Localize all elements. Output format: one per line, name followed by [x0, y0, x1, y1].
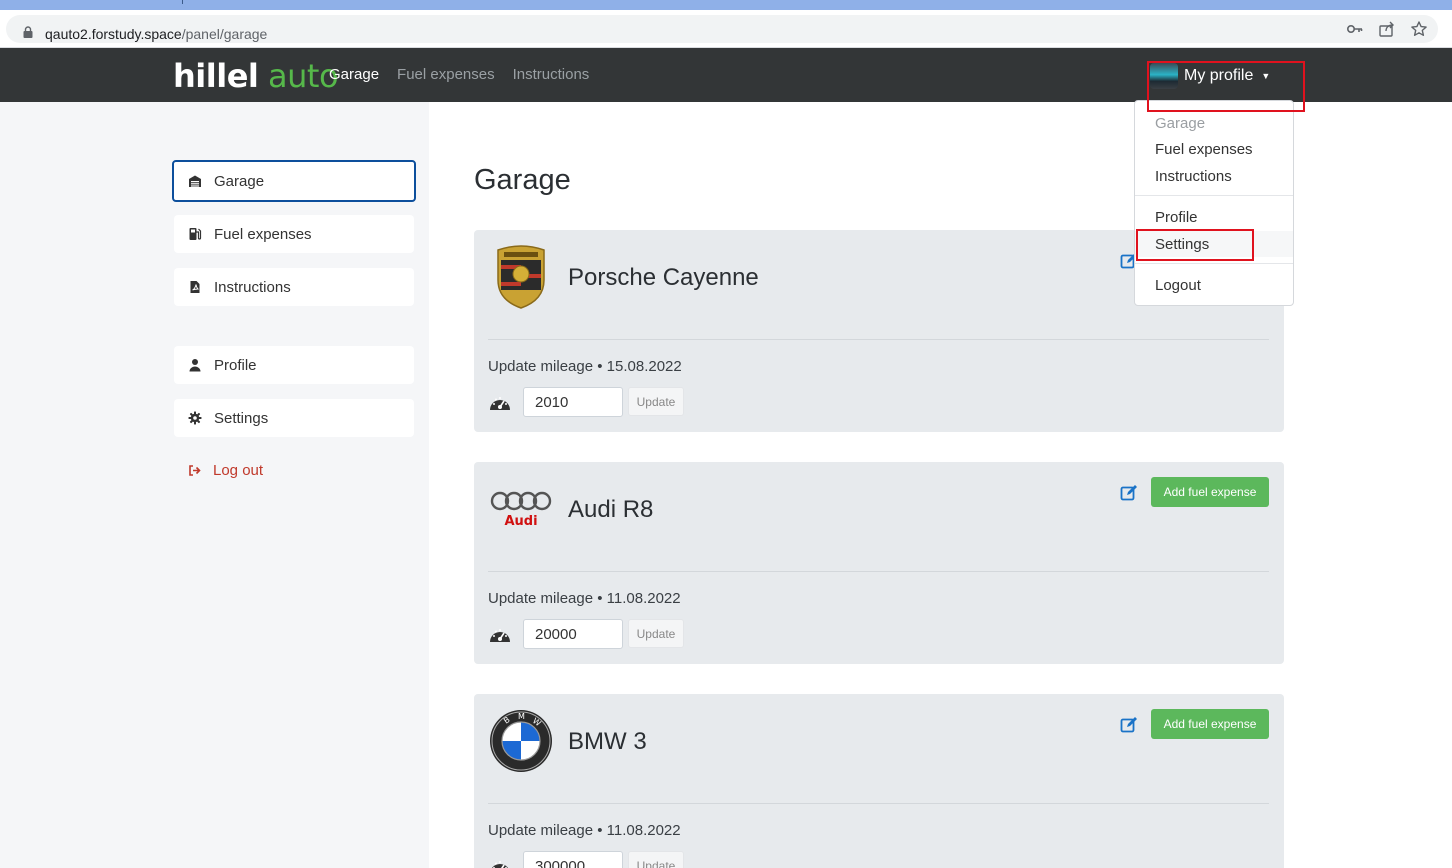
url-text: qauto2.forstudy.space/panel/garage: [45, 26, 268, 42]
mileage-input[interactable]: 2010: [523, 387, 623, 417]
car-card-bmw: BMW BMW 3 Add fuel expense Update mileag…: [474, 694, 1284, 868]
sidebar-item-instructions[interactable]: Instructions: [174, 268, 414, 306]
mileage-input[interactable]: 20000: [523, 619, 623, 649]
dropdown-divider: [1135, 263, 1293, 264]
card-divider: [488, 571, 1269, 572]
update-mileage-button[interactable]: Update: [628, 619, 684, 648]
mileage-label: Update mileage • 15.08.2022: [488, 358, 682, 375]
browser-address-bar: qauto2.forstudy.space/panel/garage: [0, 10, 1452, 48]
bmw-logo: BMW: [488, 708, 554, 774]
mileage-label: Update mileage • 11.08.2022: [488, 590, 681, 607]
key-icon[interactable]: [1346, 20, 1364, 38]
garage-icon: [188, 174, 202, 188]
logout-label: Log out: [213, 462, 264, 479]
mileage-input[interactable]: 300000: [523, 851, 623, 868]
highlight-box-profile: [1147, 61, 1305, 112]
fuel-pump-icon: [188, 227, 202, 241]
dropdown-item-logout[interactable]: Logout: [1155, 277, 1201, 294]
update-mileage-button[interactable]: Update: [628, 387, 684, 416]
hillel-auto-logo[interactable]: hillel auto: [173, 57, 339, 95]
car-name: Porsche Cayenne: [568, 264, 759, 291]
card-divider: [488, 803, 1269, 804]
profile-dropdown-menu: Garage Fuel expenses Instructions Profil…: [1134, 100, 1294, 306]
sidebar-item-garage[interactable]: Garage: [172, 160, 416, 202]
edit-car-icon[interactable]: [1120, 716, 1138, 734]
sidebar-item-settings[interactable]: Settings: [174, 399, 414, 437]
header-nav: Garage Fuel expenses Instructions: [329, 66, 589, 83]
user-icon: [188, 358, 202, 372]
car-name: BMW 3: [568, 728, 647, 755]
sidebar-item-label: Fuel expenses: [214, 225, 312, 243]
nav-garage[interactable]: Garage: [329, 66, 379, 83]
dropdown-divider: [1135, 195, 1293, 196]
page-title: Garage: [474, 164, 571, 196]
card-divider: [488, 339, 1269, 340]
speedometer-icon: [490, 397, 510, 410]
update-mileage-button[interactable]: Update: [628, 851, 684, 868]
car-name: Audi R8: [568, 496, 654, 523]
browser-tab-strip: [0, 0, 1452, 10]
svg-text:M: M: [518, 712, 525, 721]
sidebar-item-label: Settings: [214, 409, 269, 427]
porsche-logo: [488, 244, 554, 310]
dropdown-item-fuel-expenses[interactable]: Fuel expenses: [1155, 141, 1253, 158]
gear-icon: [188, 411, 202, 425]
sidebar-item-label: Profile: [214, 356, 257, 374]
sidebar-logout[interactable]: Log out: [188, 462, 263, 479]
audi-logo: Audi: [488, 476, 554, 542]
bookmark-star-icon[interactable]: [1410, 20, 1428, 38]
speedometer-icon: [490, 629, 510, 642]
dropdown-item-instructions[interactable]: Instructions: [1155, 168, 1232, 185]
nav-fuel-expenses[interactable]: Fuel expenses: [397, 66, 495, 83]
sidebar-item-label: Instructions: [214, 278, 291, 296]
add-fuel-expense-button[interactable]: Add fuel expense: [1151, 709, 1269, 739]
dropdown-item-garage[interactable]: Garage: [1155, 115, 1205, 132]
lock-icon: [23, 26, 33, 38]
share-icon[interactable]: [1378, 20, 1396, 38]
mileage-label: Update mileage • 11.08.2022: [488, 822, 681, 839]
url-field[interactable]: qauto2.forstudy.space/panel/garage: [6, 15, 1438, 43]
logout-icon: [189, 465, 201, 476]
speedometer-icon: [492, 861, 508, 868]
dropdown-item-profile[interactable]: Profile: [1155, 209, 1198, 226]
sidebar-item-label: Garage: [214, 172, 265, 190]
highlight-box-settings: [1136, 229, 1254, 261]
sidebar: Garage Fuel expenses Instructions Profil…: [0, 102, 429, 868]
sidebar-item-profile[interactable]: Profile: [174, 346, 414, 384]
edit-car-icon[interactable]: [1120, 484, 1138, 502]
sidebar-item-fuel-expenses[interactable]: Fuel expenses: [174, 215, 414, 253]
nav-instructions[interactable]: Instructions: [513, 66, 590, 83]
car-card-audi: Audi Audi R8 Add fuel expense Update mil…: [474, 462, 1284, 664]
pdf-file-icon: [188, 280, 202, 294]
svg-text:Audi: Audi: [504, 514, 537, 529]
add-fuel-expense-button[interactable]: Add fuel expense: [1151, 477, 1269, 507]
